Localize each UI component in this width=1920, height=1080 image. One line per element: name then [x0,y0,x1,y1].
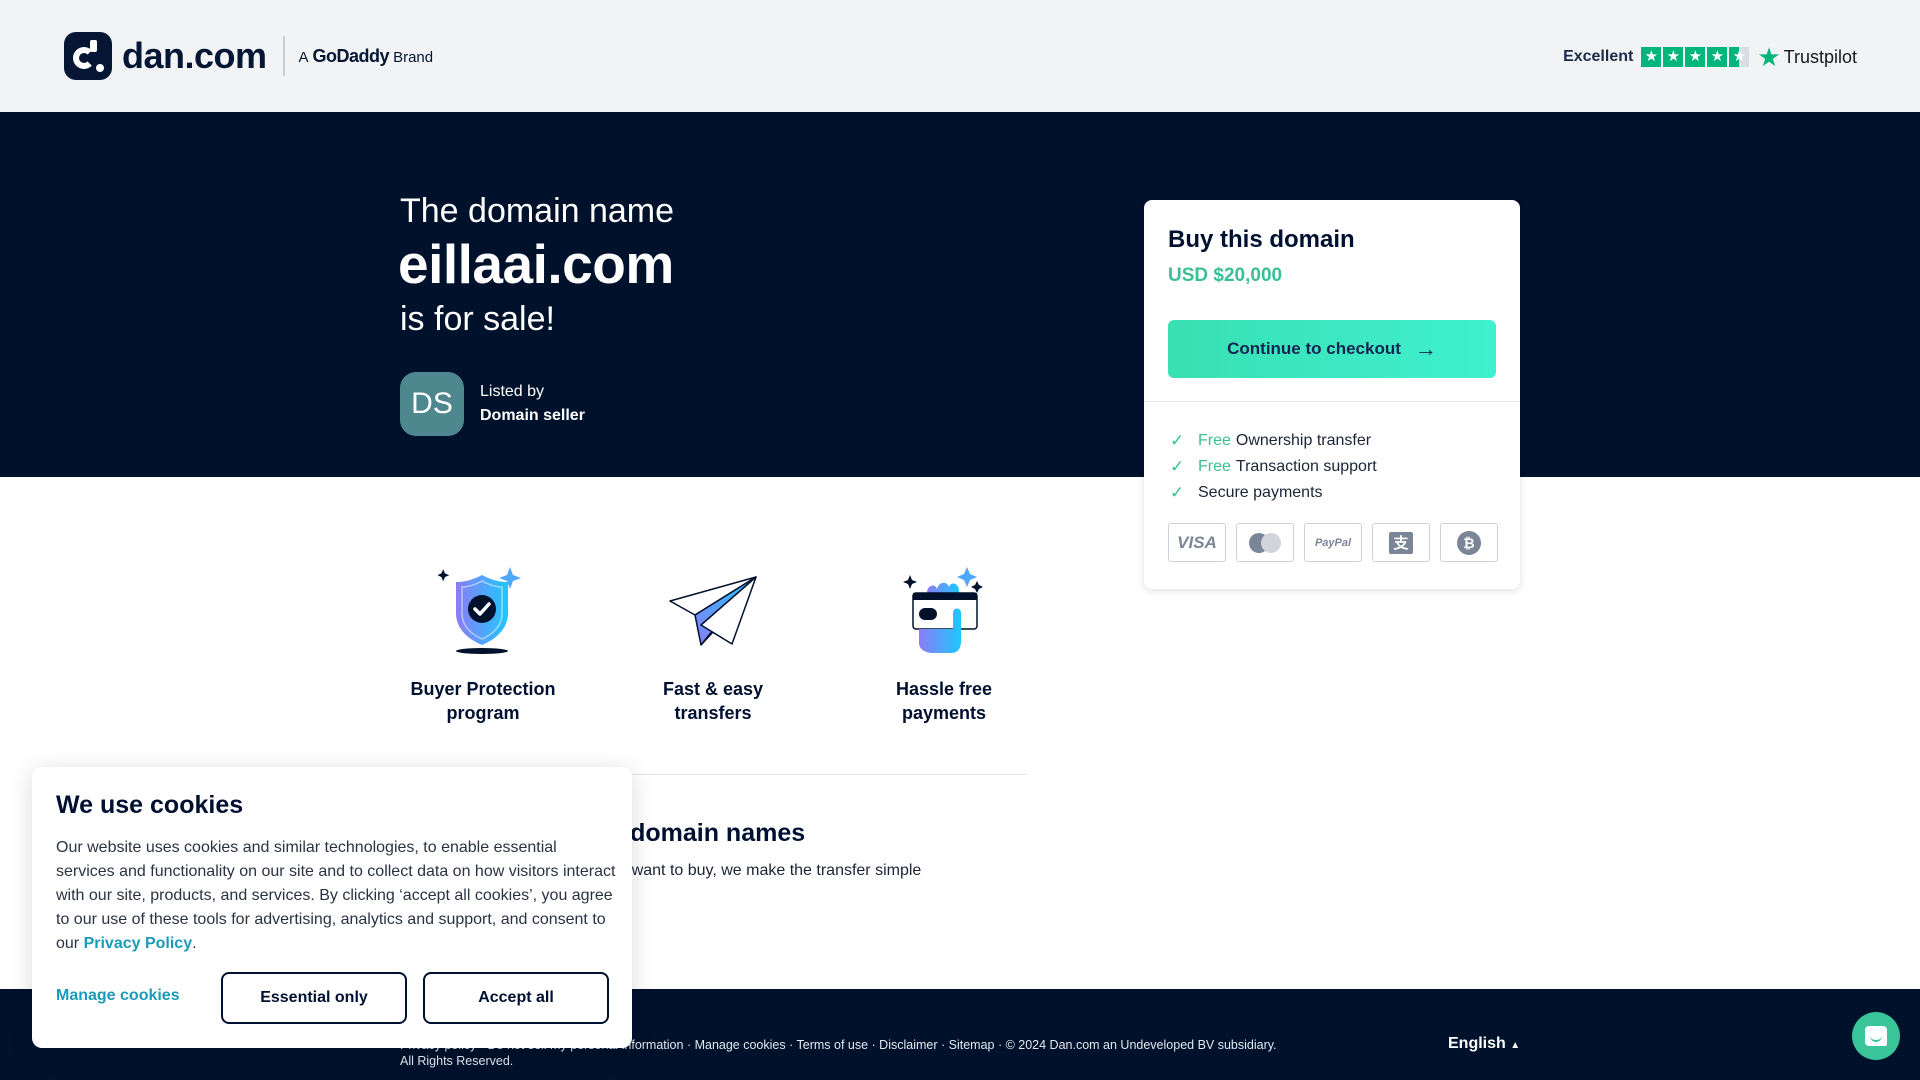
domain-price: USD $20,000 [1168,265,1283,286]
chat-button[interactable] [1852,1012,1900,1060]
language-label: English [1448,1035,1506,1052]
cookie-banner: We use cookies Our website uses cookies … [32,767,632,1048]
footer-link-disclaimer[interactable]: Disclaimer [879,1038,937,1052]
checkout-label: Continue to checkout [1227,339,1401,358]
seller-avatar: DS [400,372,464,436]
hand-card-icon [903,567,983,653]
feature-item: ✓ Secure payments [1170,480,1377,506]
brand-name: GoDaddy [312,45,390,66]
feature-text: Ownership transfer [1235,432,1372,449]
star-icon: ★ [1707,47,1728,67]
bitcoin-icon: ₿ [1440,523,1498,562]
benefit-title: Buyer Protection [410,679,556,699]
bitcoin-glyph: ₿ [1457,530,1481,555]
feature-list: ✓ Free Ownership transfer ✓ Free Transaction… [1170,428,1377,506]
card-divider [1144,401,1520,402]
seller-info: DS Listed by Domain seller [400,372,585,436]
footer-link-sitemap[interactable]: Sitemap [949,1038,995,1052]
feature-free-tag: Free [1198,458,1231,475]
seller-name: Domain seller [480,407,585,424]
hero-section: The domain name eillaai.com is for sale!… [0,112,1920,477]
logo-text: dan.com [122,35,267,76]
footer-link-terms[interactable]: Terms of use [797,1038,869,1052]
star-icon: ★ [1641,47,1662,67]
dan-logo[interactable]: dan.com A GoDaddy Brand [64,32,433,80]
benefit-subtitle: payments [901,703,987,723]
alipay-icon: 支 [1372,523,1430,562]
buy-domain-card: Buy this domain USD $20,000 Continue to … [1144,200,1520,589]
chat-icon [1865,1026,1887,1046]
trustpilot-widget[interactable]: Excellent ★ ★ ★ ★ ★ ★ Trustpilot [1563,44,1857,70]
trustpilot-logo-text: Trustpilot [1783,46,1857,67]
manage-cookies-button[interactable]: Manage cookies [56,987,180,1005]
check-icon: ✓ [1170,457,1185,476]
buy-card-title: Buy this domain [1168,226,1355,253]
trustpilot-stars: ★ ★ ★ ★ ★ [1641,47,1750,67]
brand-suffix: Brand [393,48,434,66]
visa-icon: VISA [1168,523,1226,562]
feature-text: Secure payments [1198,484,1323,501]
feature-item: ✓ Free Ownership transfer [1170,428,1377,454]
brand-prefix: A [298,48,309,66]
hero-intro: The domain name [400,192,675,230]
benefit-hassle-free-payments: Hassle free payments [849,565,1039,725]
check-icon: ✓ [1170,431,1185,450]
payment-methods: VISA PayPal 支 ₿ [1168,523,1498,562]
footer-link-manage-cookies[interactable]: Manage cookies [695,1038,786,1052]
feature-item: ✓ Free Transaction support [1170,454,1377,480]
privacy-policy-link[interactable]: Privacy Policy [84,935,193,952]
star-icon: ★ [1685,47,1706,67]
checkout-button[interactable]: Continue to checkout → [1168,320,1496,378]
accept-all-button[interactable]: Accept all [423,972,609,1024]
cookie-text-end: . [192,935,197,952]
section-divider [632,774,1027,775]
site-header: dan.com A GoDaddy Brand Excellent ★ ★ ★ … [0,0,1920,112]
mastercard-icon [1236,523,1294,562]
arrow-right-icon: → [1414,336,1437,361]
language-selector[interactable]: English ▲ [1448,1035,1520,1053]
check-icon: ✓ [1170,483,1185,502]
feature-free-tag: Free [1198,432,1231,449]
shield-check-icon [438,567,521,654]
trustpilot-rating-label: Excellent [1563,48,1634,65]
logo-divider [282,36,285,76]
cookie-text: Our website uses cookies and similar tec… [56,836,616,956]
essential-only-button[interactable]: Essential only [221,972,407,1024]
alipay-glyph: 支 [1389,531,1413,554]
dan-logo-icon [64,32,112,80]
benefit-title: Hassle free [895,679,993,699]
listed-by-label: Listed by [480,383,545,400]
half-star-icon: ★ [1729,47,1750,67]
feature-text: Transaction support [1235,458,1377,475]
trustpilot-star-icon: ★ [1757,42,1781,72]
benefit-fast-transfers: Fast & easy transfers [618,565,808,725]
cookie-title: We use cookies [56,791,244,819]
paper-plane-icon [669,576,757,646]
paypal-icon: PayPal [1304,523,1362,562]
benefit-subtitle: transfers [674,703,752,723]
benefit-buyer-protection: Buyer Protection program [388,565,578,725]
caret-up-icon: ▲ [1510,1040,1521,1051]
benefit-subtitle: program [446,703,520,723]
star-icon: ★ [1663,47,1684,67]
trustpilot-logo: ★ Trustpilot [1757,44,1857,70]
hero-for-sale: is for sale! [400,300,555,338]
godaddy-brand: A GoDaddy Brand [299,46,434,67]
benefit-title: Fast & easy [662,679,764,699]
domain-name: eillaai.com [398,233,674,295]
